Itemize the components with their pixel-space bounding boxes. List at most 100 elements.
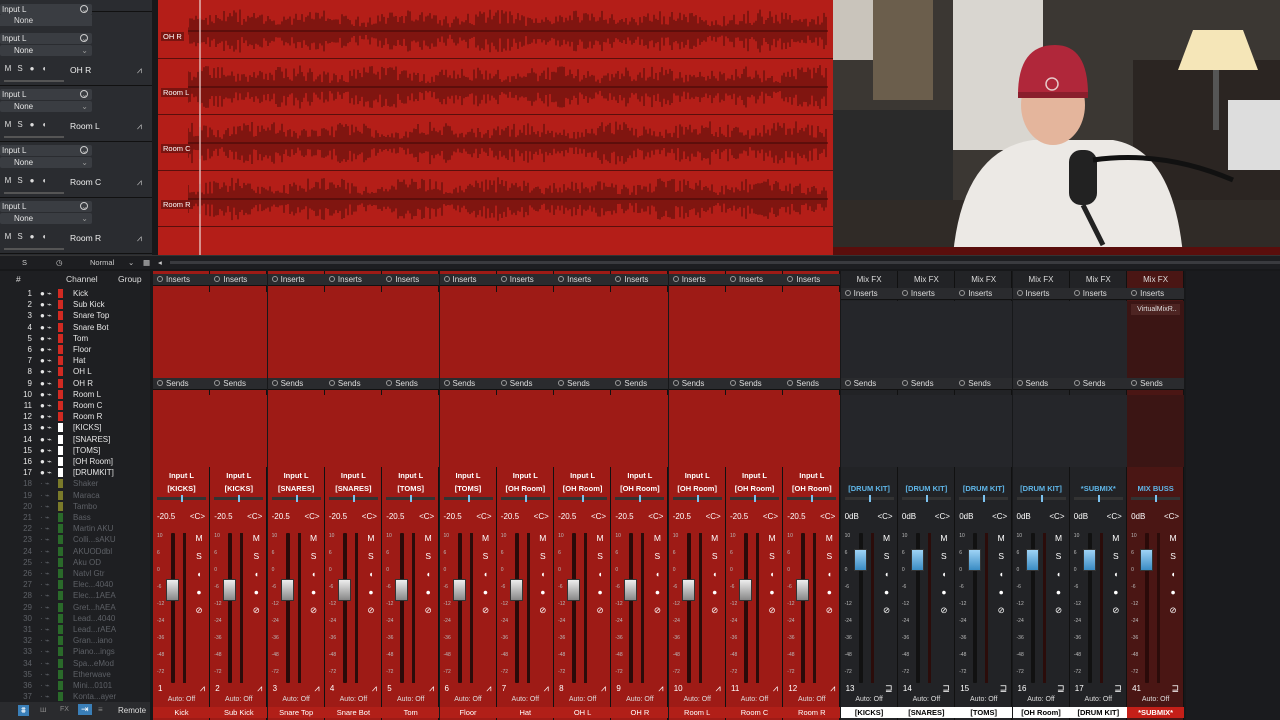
volume-fader[interactable]: 10 6 0 -6 -12 -24 -36 -48 -72 (214, 533, 238, 683)
sends-header[interactable]: Sends (840, 378, 898, 390)
input-gain-value[interactable]: 0dB (845, 512, 859, 521)
monitor-icon[interactable]: ◖ (764, 569, 780, 587)
channel-name-label[interactable]: Room L (668, 707, 726, 718)
channel-list-item[interactable]: 30 · ⌁ Lead...4040 (0, 613, 150, 624)
record-button[interactable]: ● (821, 587, 837, 605)
solo-button[interactable]: S (306, 551, 322, 569)
inserts-header[interactable]: Inserts (897, 288, 955, 300)
input-selector[interactable]: Input L (497, 471, 554, 480)
power-icon[interactable] (901, 290, 908, 296)
monitor-icon[interactable]: ◖ (478, 569, 494, 587)
pan-value[interactable]: <C> (1107, 512, 1122, 521)
channel-list-item[interactable]: 19 · ⌁ Maraca (0, 490, 150, 501)
mute-button[interactable]: M (592, 533, 608, 551)
pan-value[interactable]: <C> (591, 512, 606, 521)
inserts-header[interactable]: Inserts (611, 274, 669, 286)
channel-column-header[interactable]: Channel (66, 274, 98, 284)
volume-fader[interactable]: 10 6 0 -6 -12 -24 -36 -48 -72 (444, 533, 468, 683)
inserts-rack[interactable] (439, 292, 497, 379)
sends-rack[interactable] (153, 395, 210, 467)
inserts-rack[interactable] (897, 301, 955, 379)
channel-list-item[interactable]: 13 ● ⌁ [KICKS] (0, 422, 150, 433)
input-selector[interactable]: Input L (440, 471, 497, 480)
volume-fader[interactable]: 10 6 0 -6 -12 -24 -36 -48 -72 (329, 533, 353, 683)
fader-cap[interactable] (796, 579, 810, 601)
record-button[interactable]: ● (936, 587, 952, 605)
pan-slider[interactable] (500, 495, 550, 502)
power-icon[interactable] (1016, 290, 1023, 296)
inserts-header[interactable]: Inserts (1127, 288, 1185, 300)
inserts-header[interactable]: Inserts (554, 274, 612, 286)
fader-track[interactable] (228, 533, 233, 683)
sends-header[interactable]: Sends (897, 378, 955, 390)
visibility-icon[interactable]: ● ⌁ (40, 355, 52, 366)
power-icon[interactable] (844, 290, 851, 296)
bus-icon[interactable]: ⊒ (1057, 683, 1065, 694)
channel-name-label[interactable]: [OH Room] (1012, 707, 1070, 718)
channel-name-label[interactable]: Hat (496, 707, 554, 718)
pan-knob-icon[interactable]: ⊘ (1108, 605, 1124, 623)
track-name[interactable]: Room C (70, 177, 101, 187)
waveform-icon[interactable]: ⩘ (137, 121, 142, 132)
monitor-icon[interactable]: ◖ (1051, 569, 1067, 587)
sends-header[interactable]: Sends (439, 378, 497, 390)
input-selector[interactable]: Input L (325, 471, 382, 480)
channel-list-item[interactable]: 23 · ⌁ Colli...sAKU (0, 534, 150, 545)
fader-cap[interactable] (1025, 549, 1039, 571)
solo-button[interactable]: S (14, 232, 26, 241)
inserts-rack[interactable] (554, 292, 612, 379)
power-icon[interactable] (1073, 380, 1080, 386)
sends-rack[interactable] (840, 395, 898, 467)
pan-knob-icon[interactable]: ⊘ (1165, 605, 1181, 623)
inserts-header[interactable]: Inserts (267, 274, 325, 286)
power-icon[interactable] (157, 380, 163, 386)
visibility-icon[interactable]: · ⌁ (40, 635, 50, 646)
insert-plugin[interactable]: VirtualMixR.. (1131, 304, 1181, 315)
channel-list-item[interactable]: 4 ● ⌁ Snare Bot (0, 322, 150, 333)
automation-mode[interactable]: Auto: Off (611, 696, 668, 703)
input-selector[interactable]: Input L ⌄ (0, 145, 92, 156)
fader-cap[interactable] (166, 579, 179, 601)
inserts-rack[interactable] (324, 292, 382, 379)
monitor-icon[interactable]: ◖ (993, 569, 1009, 587)
mute-button[interactable]: M (535, 533, 551, 551)
waveform-icon[interactable]: ⩘ (257, 683, 262, 694)
inserts-header[interactable]: Inserts (726, 274, 783, 286)
volume-fader[interactable]: 10 6 0 -6 -12 -24 -36 -48 -72 (157, 533, 181, 683)
solo-button[interactable]: S (363, 551, 379, 569)
channel-list-item[interactable]: 22 · ⌁ Martin AKU (0, 523, 150, 534)
output-selector[interactable]: [DRUM KIT] (898, 484, 955, 493)
visibility-icon[interactable]: · ⌁ (40, 691, 50, 702)
sends-header[interactable]: Sends (382, 378, 440, 390)
mute-button[interactable]: M (764, 533, 780, 551)
volume-fader[interactable]: 10 6 0 -6 -12 -24 -36 -48 -72 (1131, 533, 1155, 683)
volume-fader[interactable]: 10 6 0 -6 -12 -24 -36 -48 -72 (1017, 533, 1041, 683)
pan-slider[interactable] (615, 495, 665, 502)
power-icon[interactable] (1016, 380, 1023, 386)
volume-fader[interactable]: 10 6 0 -6 -12 -24 -36 -48 -72 (501, 533, 525, 683)
pan-value[interactable]: <C> (935, 512, 950, 521)
volume-slider[interactable] (4, 248, 64, 250)
solo-button[interactable]: S (535, 551, 551, 569)
pan-value[interactable]: <C> (706, 512, 721, 521)
visibility-icon[interactable]: ● ⌁ (40, 299, 52, 310)
channel-list-item[interactable]: 29 · ⌁ Gret...hAEA (0, 602, 150, 613)
visibility-icon[interactable]: · ⌁ (40, 579, 50, 590)
power-icon[interactable] (959, 380, 966, 386)
fader-track[interactable] (801, 533, 806, 683)
inserts-header[interactable]: Inserts (153, 274, 210, 286)
power-icon[interactable] (787, 380, 794, 386)
power-icon[interactable] (1073, 290, 1080, 296)
channel-list-item[interactable]: 15 ● ⌁ [TOMS] (0, 445, 150, 456)
volume-slider[interactable] (4, 136, 64, 138)
solo-button[interactable]: S (248, 551, 264, 569)
power-icon[interactable] (672, 276, 679, 282)
solo-button[interactable]: S (707, 551, 723, 569)
input-selector[interactable]: Input L ⌄ (0, 201, 92, 212)
mix-fx-label[interactable]: Mix FX (898, 275, 955, 284)
channel-list-item[interactable]: 27 · ⌁ Elec...4040 (0, 579, 150, 590)
volume-slider[interactable] (4, 192, 64, 194)
channel-name-label[interactable]: Snare Top (267, 707, 325, 718)
fader-cap[interactable] (280, 579, 294, 601)
record-button[interactable]: ● (879, 587, 895, 605)
